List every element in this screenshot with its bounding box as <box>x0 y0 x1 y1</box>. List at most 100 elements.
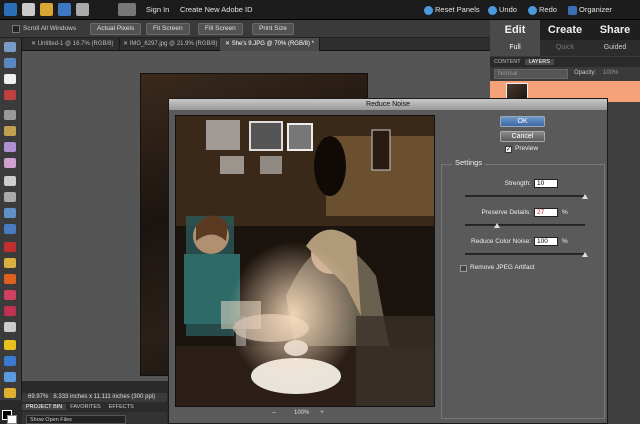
lasso-tool-icon[interactable] <box>4 126 16 136</box>
preview-image[interactable] <box>175 115 435 407</box>
preview-checkbox[interactable]: ✓ <box>505 146 512 153</box>
opacity-field[interactable]: 100% <box>603 70 618 76</box>
organizer-icon <box>568 5 577 15</box>
remove-jpeg-artifact-label: Remove JPEG Artifact <box>470 264 535 271</box>
tool-options-bar: Scroll All Windows Actual Pixels Fit Scr… <box>0 20 490 38</box>
zoom-level[interactable]: 69.97% <box>28 394 48 400</box>
preserve-details-field[interactable]: 27 <box>534 208 558 217</box>
gradient-tool-icon[interactable] <box>4 340 16 350</box>
print-size-button[interactable]: Print Size <box>252 23 294 35</box>
shape-tool-icon[interactable] <box>4 356 16 366</box>
tab-project-bin[interactable]: PROJECT BIN <box>22 404 67 410</box>
crop-tool-icon[interactable] <box>4 192 16 202</box>
reduce-noise-dialog: Reduce Noise – 100% + OK Cancel ✓ Previe… <box>168 98 608 424</box>
sign-in-link[interactable]: Sign In <box>146 5 169 14</box>
eraser-tool-icon[interactable] <box>4 290 16 300</box>
move-tool-icon[interactable] <box>4 42 16 52</box>
redo-label: Redo <box>539 5 557 14</box>
smart-brush-tool-icon[interactable] <box>4 322 16 332</box>
doc-tab-untitled[interactable]: ✕ Untitled-1 @ 16.7% (RGB/8) <box>26 38 120 51</box>
document-tabs: ✕ Untitled-1 @ 16.7% (RGB/8) ✕ IMG_6297.… <box>22 38 490 51</box>
toolbox <box>0 38 22 400</box>
remove-jpeg-artifact-checkbox[interactable] <box>460 265 467 272</box>
save-icon[interactable] <box>58 3 71 16</box>
zoom-in-button[interactable]: + <box>320 409 324 416</box>
tab-content[interactable]: CONTENT <box>490 59 525 65</box>
tab-layers[interactable]: LAYERS <box>524 59 554 65</box>
blend-mode-dropdown[interactable]: Normal <box>494 69 568 79</box>
reduce-color-noise-slider-track[interactable] <box>465 253 585 255</box>
preserve-details-slider-track[interactable] <box>465 224 585 226</box>
doc-tab-shes-9[interactable]: ✕ She's 9.JPG @ 70% (RGB/8) * <box>220 38 320 51</box>
reset-panels-label: Reset Panels <box>435 5 480 14</box>
clone-stamp-tool-icon[interactable] <box>4 274 16 284</box>
eyedropper-tool-icon[interactable] <box>4 90 16 100</box>
sponge-tool-icon[interactable] <box>4 388 16 398</box>
background-color-swatch[interactable] <box>7 415 17 424</box>
redo-button[interactable]: Redo <box>528 5 557 15</box>
tab-guided[interactable]: Guided <box>590 40 640 56</box>
scroll-all-label: Scroll All Windows <box>23 25 77 32</box>
workspace-menu-icon[interactable] <box>118 3 136 16</box>
zoom-tool-icon[interactable] <box>4 58 16 68</box>
blur-tool-icon[interactable] <box>4 372 16 382</box>
marquee-tool-icon[interactable] <box>4 110 16 120</box>
reset-panels-button[interactable]: Reset Panels <box>424 5 480 15</box>
brush-tool-icon[interactable] <box>4 306 16 316</box>
tab-effects[interactable]: EFFECTS <box>105 404 138 410</box>
hand-tool-icon[interactable] <box>4 74 16 84</box>
tab-edit[interactable]: Edit <box>490 20 540 40</box>
app-logo-icon[interactable] <box>4 3 17 16</box>
red-eye-tool-icon[interactable] <box>4 242 16 252</box>
zoom-out-button[interactable]: – <box>272 409 276 416</box>
tab-quick[interactable]: Quick <box>540 40 590 56</box>
quick-selection-tool-icon[interactable] <box>4 142 16 152</box>
preserve-details-slider-handle[interactable] <box>494 223 501 228</box>
doc-tab-label: She's 9.JPG @ 70% (RGB/8) * <box>231 41 314 47</box>
magic-wand-tool-icon[interactable] <box>4 158 16 168</box>
ok-button[interactable]: OK <box>500 116 545 127</box>
actual-pixels-button[interactable]: Actual Pixels <box>90 23 142 35</box>
fill-screen-button[interactable]: Fill Screen <box>198 23 243 35</box>
preview-photo <box>176 116 434 406</box>
tab-create[interactable]: Create <box>540 20 590 40</box>
redo-icon <box>528 5 537 15</box>
open-file-icon[interactable] <box>40 3 53 16</box>
cancel-button[interactable]: Cancel <box>500 131 545 142</box>
project-bin: PROJECT BIN FAVORITES EFFECTS Show Open Fi… <box>22 402 167 424</box>
settings-label: Settings <box>452 158 486 167</box>
reduce-color-noise-field[interactable]: 100 <box>534 237 558 246</box>
print-icon[interactable] <box>76 3 89 16</box>
app-menubar: Sign In Create New Adobe ID Reset Panels… <box>0 0 640 20</box>
doc-tab-label: IMG_6297.jpg @ 21.9% (RGB/8) <box>129 41 218 47</box>
recompose-tool-icon[interactable] <box>4 208 16 218</box>
reduce-color-noise-slider-handle[interactable] <box>582 252 588 257</box>
tab-favorites[interactable]: FAVORITES <box>66 404 104 410</box>
type-tool-icon[interactable] <box>4 176 16 186</box>
show-files-dropdown[interactable]: Show Open Files <box>26 415 126 424</box>
new-file-icon[interactable] <box>22 3 35 16</box>
status-bar: 69.97% 8.333 inches x 11.111 inches (300… <box>22 393 167 402</box>
strength-field[interactable]: 10 <box>534 179 558 188</box>
undo-button[interactable]: Undo <box>488 5 517 15</box>
reduce-color-noise-percent: % <box>562 238 568 245</box>
dialog-title: Reduce Noise <box>169 99 607 110</box>
strength-label: Strength: <box>504 180 531 187</box>
strength-slider-handle[interactable] <box>582 194 588 199</box>
fit-screen-button[interactable]: Fit Screen <box>146 23 190 35</box>
undo-icon <box>488 5 497 15</box>
tab-share[interactable]: Share <box>590 20 640 40</box>
preserve-details-label: Preserve Details: <box>481 209 532 216</box>
document-size: 8.333 inches x 11.111 inches (300 ppi) <box>53 394 156 400</box>
straighten-tool-icon[interactable] <box>4 224 16 234</box>
reduce-color-noise-label: Reduce Color Noise: <box>471 238 531 245</box>
tab-full[interactable]: Full <box>490 40 540 56</box>
reset-panels-icon <box>424 5 433 15</box>
organizer-label: Organizer <box>579 5 612 14</box>
strength-slider-track[interactable] <box>465 195 585 197</box>
scroll-all-checkbox[interactable] <box>12 25 20 33</box>
doc-tab-img-6297[interactable]: ✕ IMG_6297.jpg @ 21.9% (RGB/8) <box>118 38 224 51</box>
organizer-button[interactable]: Organizer <box>568 5 612 15</box>
healing-brush-tool-icon[interactable] <box>4 258 16 268</box>
create-adobe-id-link[interactable]: Create New Adobe ID <box>180 5 253 14</box>
